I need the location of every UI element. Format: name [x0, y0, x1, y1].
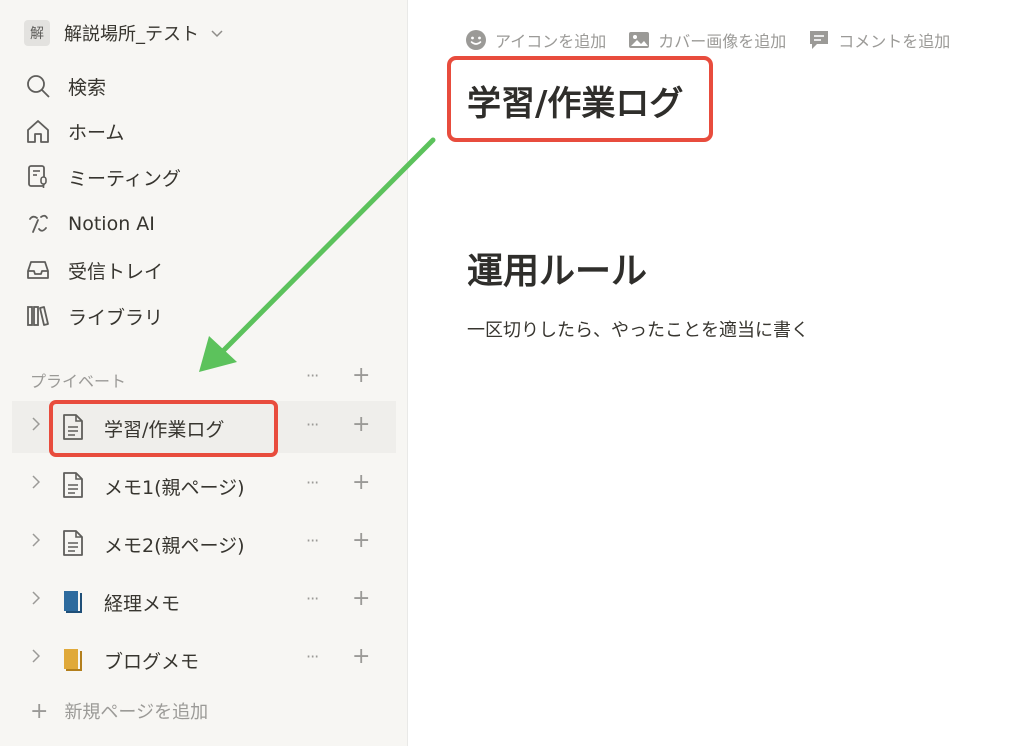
add-subpage-icon[interactable]: + — [352, 586, 370, 611]
heading-block[interactable]: 運用ルール — [467, 242, 647, 294]
sidebar-page-row[interactable]: メモ2(親ページ) ··· + — [12, 517, 396, 569]
nav-home-label: ホーム — [68, 121, 125, 144]
sidebar-highlight-annotation — [49, 400, 278, 457]
page-title[interactable]: 学習/作業ログ — [467, 76, 683, 125]
nav-search[interactable]: 検索 — [24, 69, 106, 103]
more-icon[interactable]: ··· — [306, 647, 319, 666]
text-block[interactable]: 一区切りしたら、やったことを適当に書く — [467, 316, 809, 342]
add-cover-button[interactable]: カバー画像を追加 — [628, 28, 786, 52]
sidebar-page-label: ブログメモ — [104, 651, 200, 673]
comment-icon — [810, 31, 829, 49]
add-subpage-icon[interactable]: + — [352, 528, 370, 553]
nav-search-label: 検索 — [68, 76, 107, 99]
add-comment-label: コメントを追加 — [838, 32, 951, 51]
chevron-right-icon[interactable] — [32, 648, 41, 667]
chevron-right-icon[interactable] — [32, 590, 41, 609]
sidebar-page-label: メモ1(親ページ) — [104, 477, 245, 499]
chevron-right-icon[interactable] — [32, 474, 41, 493]
page-icon — [60, 471, 86, 499]
add-subpage-icon[interactable]: + — [352, 644, 370, 669]
nav-meetings-label: ミーティング — [68, 167, 181, 190]
add-cover-label: カバー画像を追加 — [658, 32, 787, 51]
add-new-page-label: 新規ページを追加 — [64, 702, 209, 723]
page-icon — [60, 529, 86, 557]
home-icon — [24, 117, 52, 145]
meeting-notes-icon — [24, 163, 52, 191]
more-icon[interactable]: ··· — [306, 473, 319, 492]
chevron-right-icon[interactable] — [32, 416, 41, 435]
image-icon — [629, 32, 650, 48]
plus-icon: + — [30, 698, 49, 724]
nav-notion-ai[interactable]: Notion AI — [24, 207, 155, 241]
workspace-switcher[interactable]: 解 解説場所_テスト — [24, 19, 223, 47]
more-icon[interactable]: ··· — [306, 531, 319, 550]
search-icon — [24, 72, 52, 100]
add-icon-button[interactable]: アイコンを追加 — [465, 28, 606, 52]
sidebar-page-row[interactable]: 経理メモ ··· + — [12, 575, 396, 627]
yellow-book-icon — [60, 645, 86, 673]
inbox-icon — [24, 256, 52, 284]
add-subpage-icon[interactable]: + — [352, 412, 370, 437]
nav-inbox[interactable]: 受信トレイ — [24, 253, 163, 287]
nav-inbox-label: 受信トレイ — [68, 260, 164, 283]
smiley-icon — [466, 30, 486, 50]
private-section-header[interactable]: プライベート ··· + — [30, 365, 380, 392]
workspace-badge: 解 — [24, 20, 50, 46]
notion-ai-face-icon — [24, 210, 52, 238]
add-subpage-icon[interactable]: + — [352, 470, 370, 495]
sidebar-page-row[interactable]: メモ1(親ページ) ··· + — [12, 459, 396, 511]
add-comment-button[interactable]: コメントを追加 — [808, 28, 950, 52]
add-page-plus-icon[interactable]: + — [352, 365, 370, 387]
page-actions-bar: アイコンを追加 カバー画像を追加 コメントを追加 — [465, 28, 972, 52]
private-section-label: プライベート — [30, 372, 127, 391]
sidebar-page-label: 経理メモ — [104, 593, 181, 615]
more-icon[interactable]: ··· — [306, 589, 319, 608]
sidebar: 解 解説場所_テスト 検索 ホーム ミーティング Notion AI 受信トレイ… — [0, 0, 408, 746]
workspace-name: 解説場所_テスト — [64, 24, 199, 45]
nav-home[interactable]: ホーム — [24, 114, 124, 148]
nav-meetings[interactable]: ミーティング — [24, 160, 181, 194]
library-icon — [24, 302, 52, 330]
nav-library[interactable]: ライブラリ — [24, 299, 163, 333]
page-content: アイコンを追加 カバー画像を追加 コメントを追加 学習/作業ログ 運用ルール 一… — [409, 0, 1024, 746]
sidebar-page-row[interactable]: ブログメモ ··· + — [12, 633, 396, 685]
more-icon[interactable]: ··· — [306, 415, 319, 434]
sidebar-page-label: メモ2(親ページ) — [104, 535, 245, 557]
nav-notion-ai-label: Notion AI — [68, 213, 155, 235]
blue-book-icon — [60, 587, 86, 615]
chevron-right-icon[interactable] — [32, 532, 41, 551]
nav-library-label: ライブラリ — [68, 306, 164, 329]
add-new-page-button[interactable]: + 新規ページを追加 — [30, 698, 208, 724]
add-icon-label: アイコンを追加 — [495, 32, 607, 51]
more-icon[interactable]: ··· — [306, 366, 319, 385]
chevron-down-icon — [211, 27, 223, 41]
